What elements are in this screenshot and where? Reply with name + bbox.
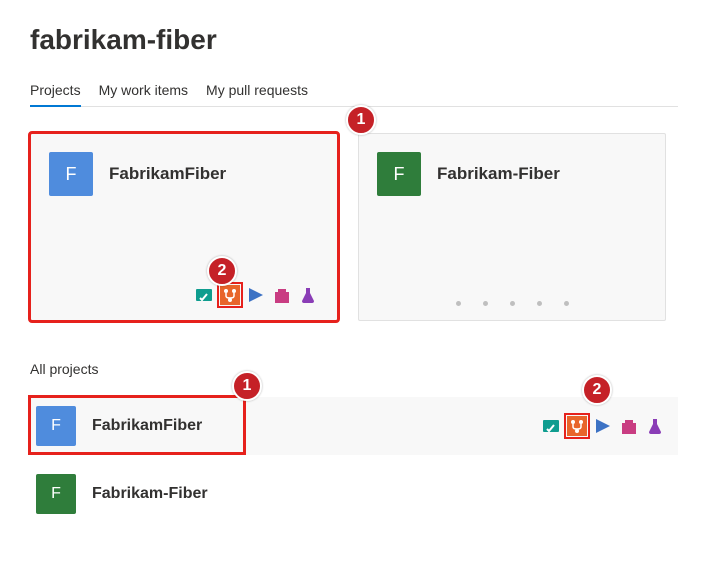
list-item-fabrikamfiber[interactable]: F FabrikamFiber (30, 397, 678, 455)
project-card-fabrikam-fiber[interactable]: F Fabrikam-Fiber (358, 133, 666, 321)
callout-badge-list-1: 1 (232, 371, 262, 401)
tab-my-work-items[interactable]: My work items (99, 76, 188, 106)
dot-icon (564, 301, 569, 306)
callout-badge-list-2: 2 (582, 375, 612, 405)
card-title: FabrikamFiber (109, 164, 226, 184)
testplans-icon[interactable] (644, 415, 666, 437)
repos-icon[interactable] (219, 284, 241, 306)
testplans-icon[interactable] (297, 284, 319, 306)
tabs: Projects My work items My pull requests (30, 76, 678, 107)
card-header: F Fabrikam-Fiber (377, 152, 647, 196)
artifacts-icon[interactable] (618, 415, 640, 437)
avatar: F (377, 152, 421, 196)
dot-icon (537, 301, 542, 306)
all-projects-list: 1 2 F FabrikamFiber F Fabrikam-Fiber (30, 397, 678, 523)
list-title: FabrikamFiber (92, 417, 202, 435)
page-title: fabrikam-fiber (30, 24, 678, 56)
card-footer (377, 301, 647, 306)
loading-dots (377, 301, 647, 306)
tab-my-pull-requests[interactable]: My pull requests (206, 76, 308, 106)
project-card-fabrikamfiber[interactable]: F FabrikamFiber 2 (30, 133, 338, 321)
card-footer: 2 (49, 284, 319, 306)
project-cards-row: 1 F FabrikamFiber 2 (30, 133, 678, 321)
tab-projects[interactable]: Projects (30, 76, 81, 106)
artifacts-icon[interactable] (271, 284, 293, 306)
pipelines-icon[interactable] (592, 415, 614, 437)
avatar: F (49, 152, 93, 196)
boards-icon[interactable] (193, 284, 215, 306)
dot-icon (456, 301, 461, 306)
all-projects-heading: All projects (30, 361, 678, 377)
list-title: Fabrikam-Fiber (92, 485, 208, 503)
list-item-fabrikam-fiber[interactable]: F Fabrikam-Fiber (30, 465, 678, 523)
callout-badge-1: 1 (346, 105, 376, 135)
boards-icon[interactable] (540, 415, 562, 437)
dot-icon (510, 301, 515, 306)
card-header: F FabrikamFiber (49, 152, 319, 196)
dot-icon (483, 301, 488, 306)
pipelines-icon[interactable] (245, 284, 267, 306)
avatar: F (36, 474, 76, 514)
service-icons (193, 284, 319, 306)
callout-badge-2: 2 (207, 256, 237, 286)
repos-icon[interactable] (566, 415, 588, 437)
service-icons (540, 415, 672, 437)
card-title: Fabrikam-Fiber (437, 164, 560, 184)
avatar: F (36, 406, 76, 446)
